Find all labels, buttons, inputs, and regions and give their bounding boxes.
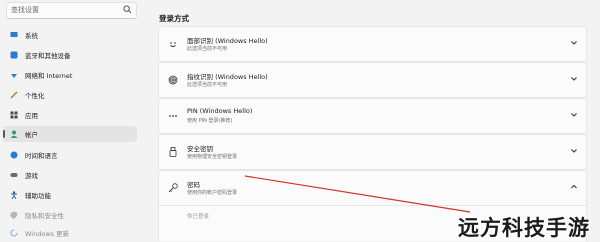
update-icon — [10, 229, 18, 237]
search-input[interactable]: 查找设置 — [11, 5, 39, 15]
signin-option-pin[interactable]: PIN (Windows Hello) 使用 PIN 登录(推荐) — [158, 98, 587, 134]
sidebar-item-apps[interactable]: 应用 — [3, 107, 137, 123]
option-title: 密码 — [187, 181, 200, 189]
chevron-up-icon[interactable] — [570, 183, 578, 191]
fingerprint-icon — [168, 75, 178, 85]
option-subtitle: 此选项当前不可用 — [187, 82, 228, 88]
option-title: 安全密钥 — [187, 145, 213, 153]
search-box[interactable]: 查找设置 — [6, 2, 137, 19]
globe-icon — [10, 151, 18, 159]
search-icon[interactable] — [123, 5, 132, 14]
apps-icon — [10, 111, 18, 119]
section-title: 登录方式 — [159, 14, 189, 23]
sidebar-item-personalization[interactable]: 个性化 — [3, 87, 137, 103]
sidebar-item-label: 游戏 — [25, 172, 38, 180]
option-subtitle: 使用你的帐户密码登录 — [187, 190, 238, 196]
sidebar-item-accounts[interactable]: 帐户 — [3, 126, 137, 142]
sidebar-item-bluetooth[interactable]: 蓝牙和其他设备 — [3, 47, 137, 63]
signin-option-password[interactable]: 密码 使用你的帐户密码登录 — [158, 170, 587, 206]
signin-option-fingerprint[interactable]: 指纹识别 (Windows Hello) 此选项当前不可用 — [158, 62, 587, 98]
key-icon — [168, 183, 178, 193]
brush-icon — [10, 91, 18, 99]
selection-indicator — [3, 130, 5, 138]
sidebar-item-gaming[interactable]: 游戏 — [3, 167, 137, 183]
sidebar-item-label: Windows 更新 — [25, 230, 70, 238]
chevron-down-icon[interactable] — [570, 75, 578, 83]
sidebar: 查找设置 系统 蓝牙和其他设备 网络和 Internet 个性化 应用 帐户 时… — [0, 0, 150, 241]
option-title: 指纹识别 (Windows Hello) — [187, 73, 268, 81]
chevron-down-icon[interactable] — [570, 111, 578, 119]
option-title: PIN (Windows Hello) — [187, 107, 253, 115]
sidebar-item-label: 蓝牙和其他设备 — [25, 52, 71, 60]
sidebar-item-label: 辅助功能 — [25, 192, 51, 200]
sidebar-item-label: 应用 — [25, 112, 38, 120]
account-icon — [10, 130, 18, 138]
sidebar-item-privacy[interactable]: 隐私和安全性 — [3, 207, 137, 223]
option-subtitle: 使用 PIN 登录(推荐) — [187, 118, 233, 124]
main-content: 登录方式 面部识别 (Windows Hello) 此选项当前不可用 指纹识别 … — [150, 0, 600, 241]
watermark-text: 远方科技手游 — [458, 216, 590, 240]
sidebar-item-label: 时间和语言 — [25, 152, 58, 160]
signin-option-face[interactable]: 面部识别 (Windows Hello) 此选项当前不可用 — [158, 26, 587, 62]
option-subtitle: 使用物理安全密钥登录 — [187, 154, 238, 160]
sidebar-item-network[interactable]: 网络和 Internet — [3, 67, 137, 83]
face-icon — [170, 42, 176, 47]
shield-icon — [10, 211, 18, 219]
signin-option-security-key[interactable]: 安全密钥 使用物理安全密钥登录 — [158, 134, 587, 170]
sidebar-item-windows-update[interactable]: Windows 更新 — [3, 225, 137, 241]
sidebar-item-label: 网络和 Internet — [25, 72, 73, 80]
chevron-down-icon[interactable] — [570, 147, 578, 155]
password-detail-text: 你已登录 — [187, 214, 210, 220]
chevron-down-icon[interactable] — [570, 39, 578, 47]
sidebar-item-system[interactable]: 系统 — [3, 27, 137, 43]
wifi-icon — [11, 74, 17, 78]
sidebar-item-label: 隐私和安全性 — [25, 212, 64, 220]
sidebar-item-accessibility[interactable]: 辅助功能 — [3, 187, 137, 203]
sidebar-item-label: 系统 — [25, 32, 38, 40]
bluetooth-icon — [10, 51, 18, 59]
sidebar-item-label: 帐户 — [25, 131, 38, 139]
gamepad-icon — [10, 173, 18, 177]
usb-key-icon — [169, 147, 177, 157]
sidebar-item-time-language[interactable]: 时间和语言 — [3, 147, 137, 163]
option-subtitle: 此选项当前不可用 — [187, 46, 228, 52]
monitor-icon — [10, 32, 18, 37]
accessibility-icon — [11, 191, 17, 199]
sidebar-item-label: 个性化 — [25, 92, 45, 100]
option-title: 面部识别 (Windows Hello) — [187, 37, 268, 45]
pin-icon — [169, 115, 177, 117]
